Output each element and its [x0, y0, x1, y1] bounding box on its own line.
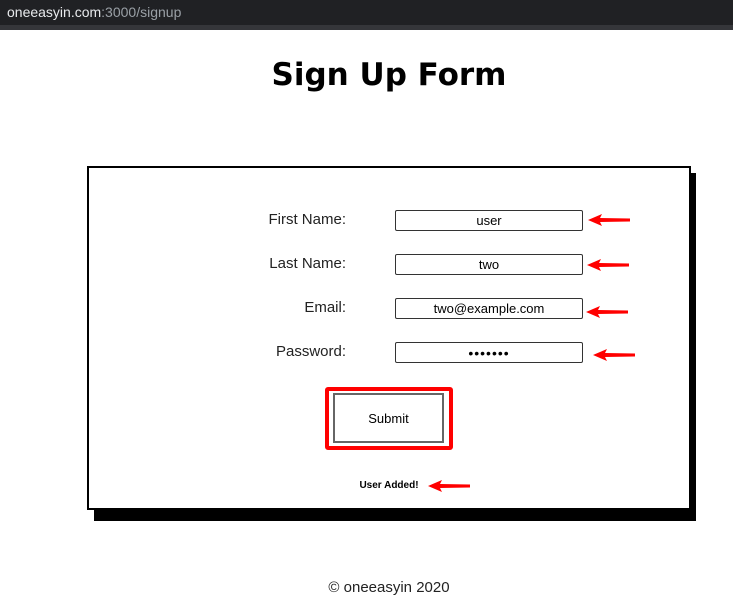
page-title: Sign Up Form	[271, 57, 507, 93]
email-input[interactable]	[395, 298, 583, 319]
left-arrow-icon	[587, 259, 629, 271]
url-path: :3000/signup	[101, 4, 182, 20]
first-name-label: First Name:	[268, 211, 346, 228]
password-label: Password:	[275, 343, 346, 360]
left-arrow-icon	[428, 480, 470, 492]
password-input[interactable]	[395, 342, 583, 363]
browser-toolbar-edge	[0, 25, 733, 30]
left-arrow-icon	[588, 214, 630, 226]
submit-button[interactable]: Submit	[333, 393, 444, 443]
left-arrow-icon	[586, 306, 628, 318]
browser-address-bar[interactable]: oneeasyin.com:3000/signup	[0, 0, 733, 25]
left-arrow-icon	[593, 349, 635, 361]
email-label: Email:	[304, 299, 346, 316]
first-name-input[interactable]	[395, 210, 583, 231]
url-host: oneeasyin.com	[7, 4, 102, 20]
footer-copyright: © oneeasyin 2020	[328, 579, 450, 596]
last-name-input[interactable]	[395, 254, 583, 275]
last-name-label: Last Name:	[269, 255, 346, 272]
